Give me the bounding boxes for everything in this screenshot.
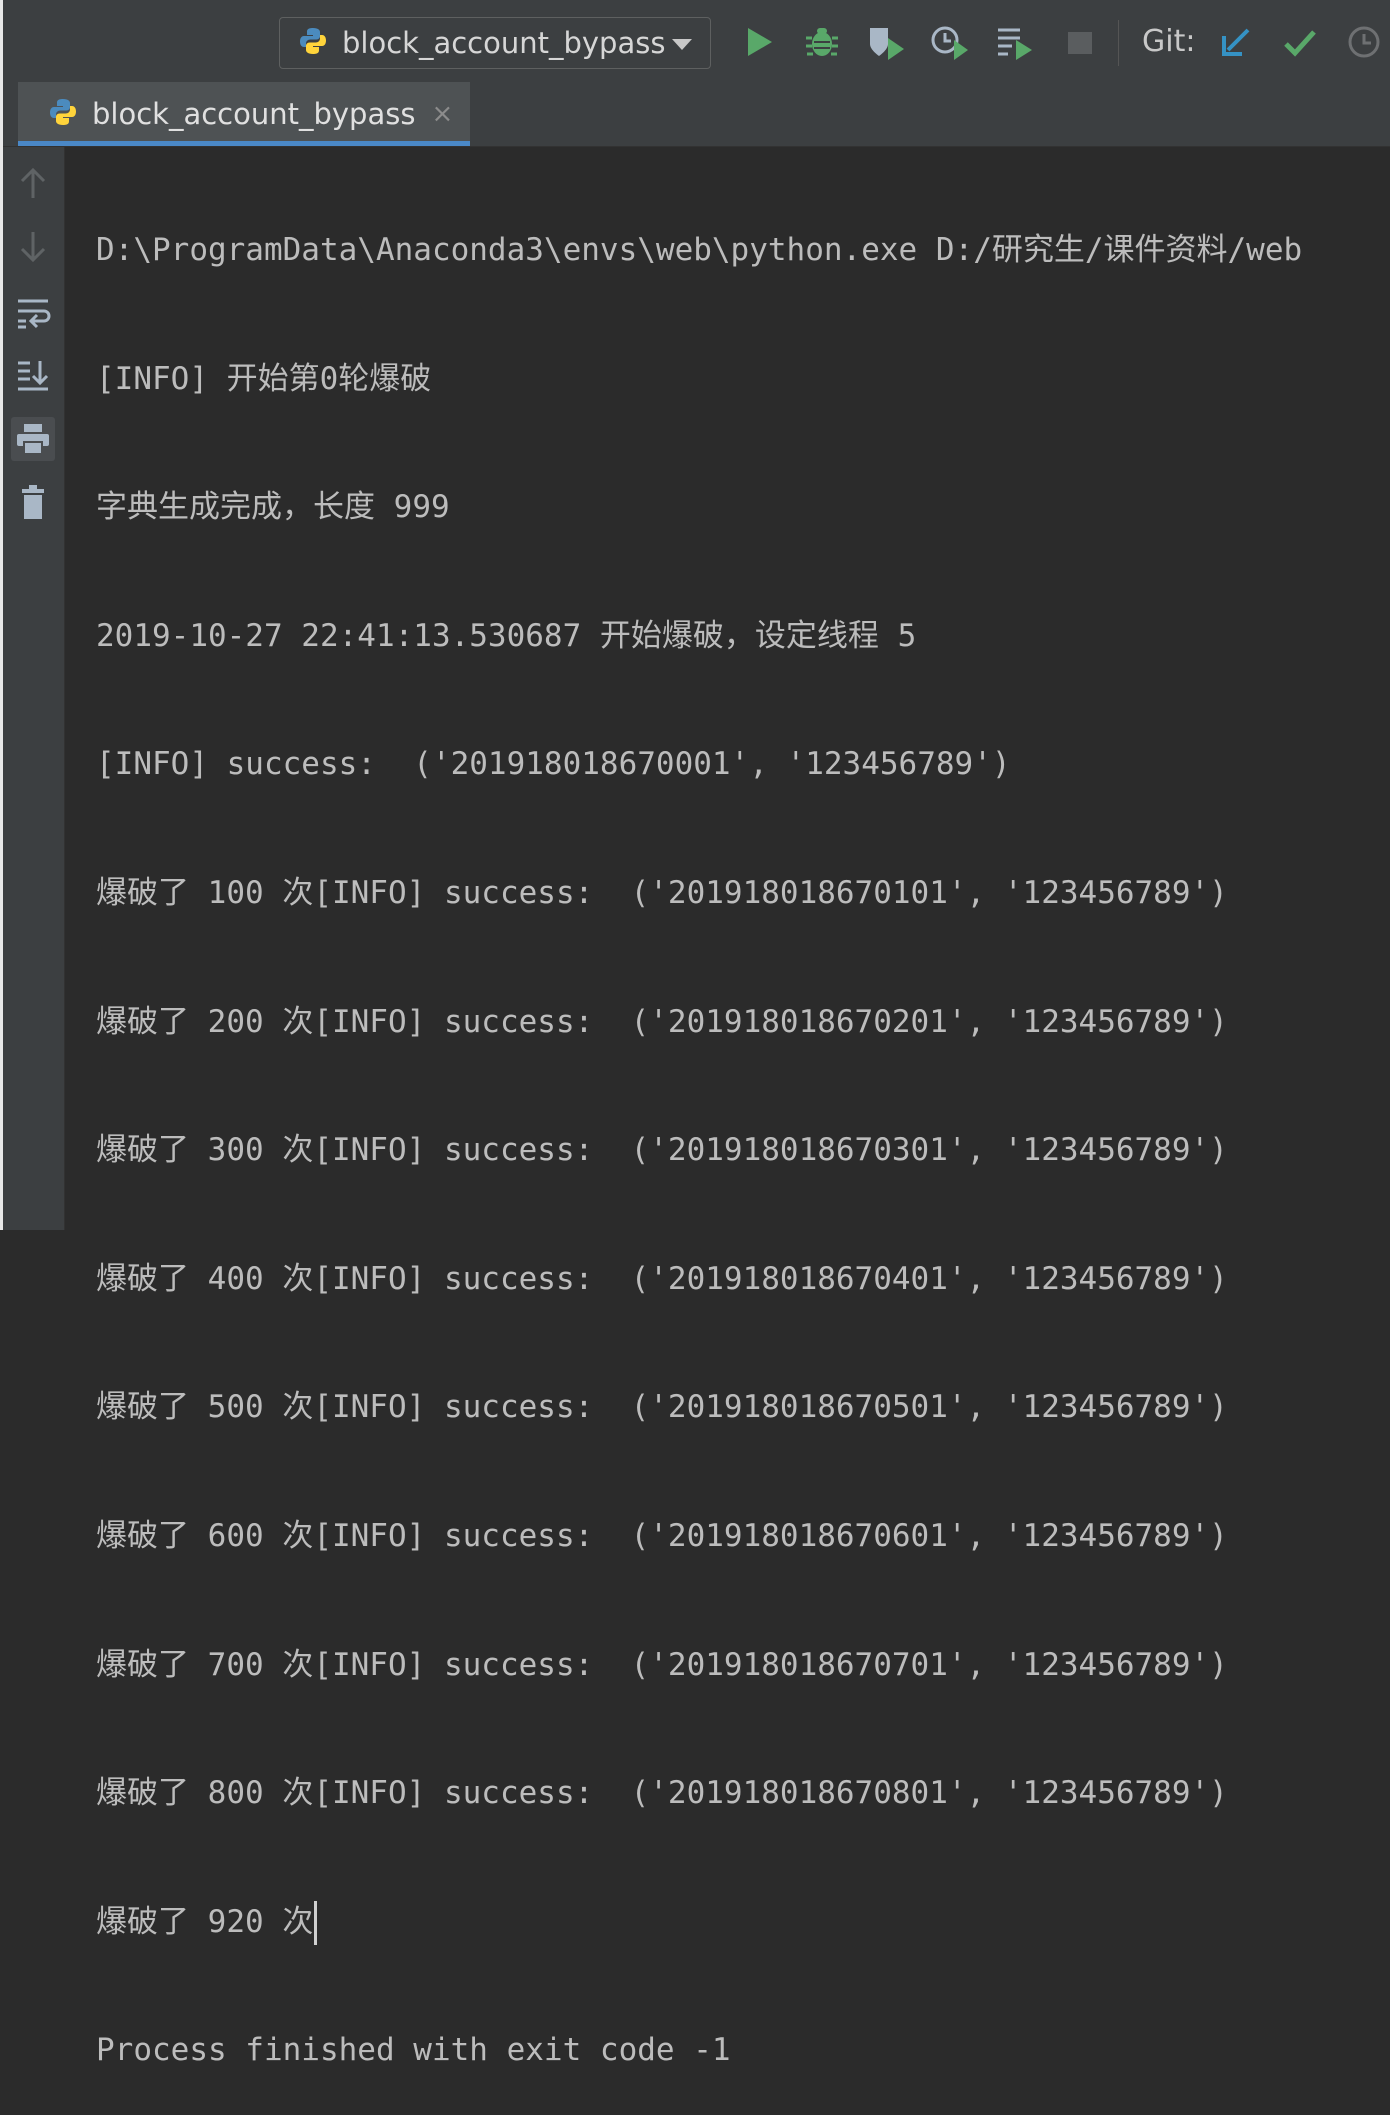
arrow-down-left-icon xyxy=(1222,28,1250,56)
run-configuration-label: block_account_bypass xyxy=(342,26,666,60)
console-cursor-line: 爆破了 920 次 xyxy=(96,1894,1390,1951)
close-icon[interactable]: × xyxy=(431,99,453,129)
print-button[interactable] xyxy=(11,417,55,461)
console-line: 爆破了 800 次[INFO] success: ('2019180186708… xyxy=(96,1775,1228,1812)
run-configuration-selector[interactable]: block_account_bypass xyxy=(279,17,711,69)
tab-label: block_account_bypass xyxy=(92,97,416,131)
console-line: [INFO] success: ('201918018670001', '123… xyxy=(96,746,1011,783)
arrow-up-icon xyxy=(20,167,46,198)
debug-button[interactable] xyxy=(804,24,840,60)
run-with-coverage-button[interactable] xyxy=(866,24,904,60)
python-icon xyxy=(298,26,328,60)
concurrency-diagram-button[interactable] xyxy=(996,24,1032,60)
soft-wrap-icon xyxy=(18,299,51,329)
checkmark-icon xyxy=(1284,30,1316,57)
arrow-down-icon xyxy=(20,232,46,263)
clear-all-button[interactable] xyxy=(11,481,55,525)
console-line: D:\ProgramData\Anaconda3\envs\web\python… xyxy=(96,232,1303,268)
scroll-to-end-button[interactable] xyxy=(11,353,55,397)
console-line: Process finished with exit code -1 xyxy=(96,2032,731,2069)
git-update-button[interactable] xyxy=(1218,24,1254,60)
toolbar-separator xyxy=(1118,20,1119,66)
active-tab-indicator xyxy=(18,141,470,146)
console-line: 爆破了 500 次[INFO] success: ('2019180186705… xyxy=(96,1389,1228,1426)
git-commit-button[interactable] xyxy=(1282,24,1318,60)
stop-icon xyxy=(1068,32,1092,54)
down-stack-frame-button[interactable] xyxy=(11,225,55,269)
bug-icon xyxy=(806,28,838,56)
clock-icon xyxy=(1348,26,1380,58)
main-toolbar: block_account_bypass Git: xyxy=(0,0,1390,1230)
console-line: 爆破了 100 次[INFO] success: ('2019180186701… xyxy=(96,874,1228,911)
scroll-to-end-icon xyxy=(18,361,49,391)
up-stack-frame-button[interactable] xyxy=(11,161,55,205)
console-line: 爆破了 400 次[INFO] success: ('2019180186704… xyxy=(96,1260,1228,1297)
git-label: Git: xyxy=(1142,24,1196,59)
printer-icon xyxy=(17,424,49,455)
console-side-toolbar xyxy=(3,147,65,1230)
run-tool-window-tabbar: block_account_bypass × xyxy=(3,82,1390,147)
text-cursor xyxy=(314,1901,318,1946)
console-line-text: 爆破了 920 次 xyxy=(96,1903,314,1940)
list-play-icon xyxy=(998,28,1032,60)
console-line: [INFO] 开始第0轮爆破 xyxy=(96,360,432,397)
profile-button[interactable] xyxy=(930,24,968,60)
git-history-button[interactable] xyxy=(1346,24,1382,60)
run-button[interactable] xyxy=(742,24,778,60)
console-line: 爆破了 200 次[INFO] success: ('2019180186702… xyxy=(96,1003,1228,1040)
console-line: 爆破了 600 次[INFO] success: ('2019180186706… xyxy=(96,1517,1228,1554)
console-output[interactable]: D:\ProgramData\Anaconda3\envs\web\python… xyxy=(96,150,1390,2115)
trash-icon xyxy=(22,485,44,519)
console-line: 字典生成完成，长度 999 xyxy=(96,489,450,526)
chevron-down-icon xyxy=(672,39,692,50)
stop-button[interactable] xyxy=(1062,24,1098,60)
console-line: 爆破了 300 次[INFO] success: ('2019180186703… xyxy=(96,1132,1228,1169)
clock-play-icon xyxy=(931,26,968,60)
tab-block-account-bypass[interactable]: block_account_bypass × xyxy=(18,82,470,146)
console-line: 爆破了 700 次[INFO] success: ('2019180186707… xyxy=(96,1646,1228,1683)
play-icon xyxy=(748,28,772,56)
python-icon xyxy=(48,97,78,131)
shield-play-icon xyxy=(870,28,904,60)
soft-wrap-button[interactable] xyxy=(11,291,55,335)
console-line: 2019-10-27 22:41:13.530687 开始爆破，设定线程 5 xyxy=(96,617,917,654)
